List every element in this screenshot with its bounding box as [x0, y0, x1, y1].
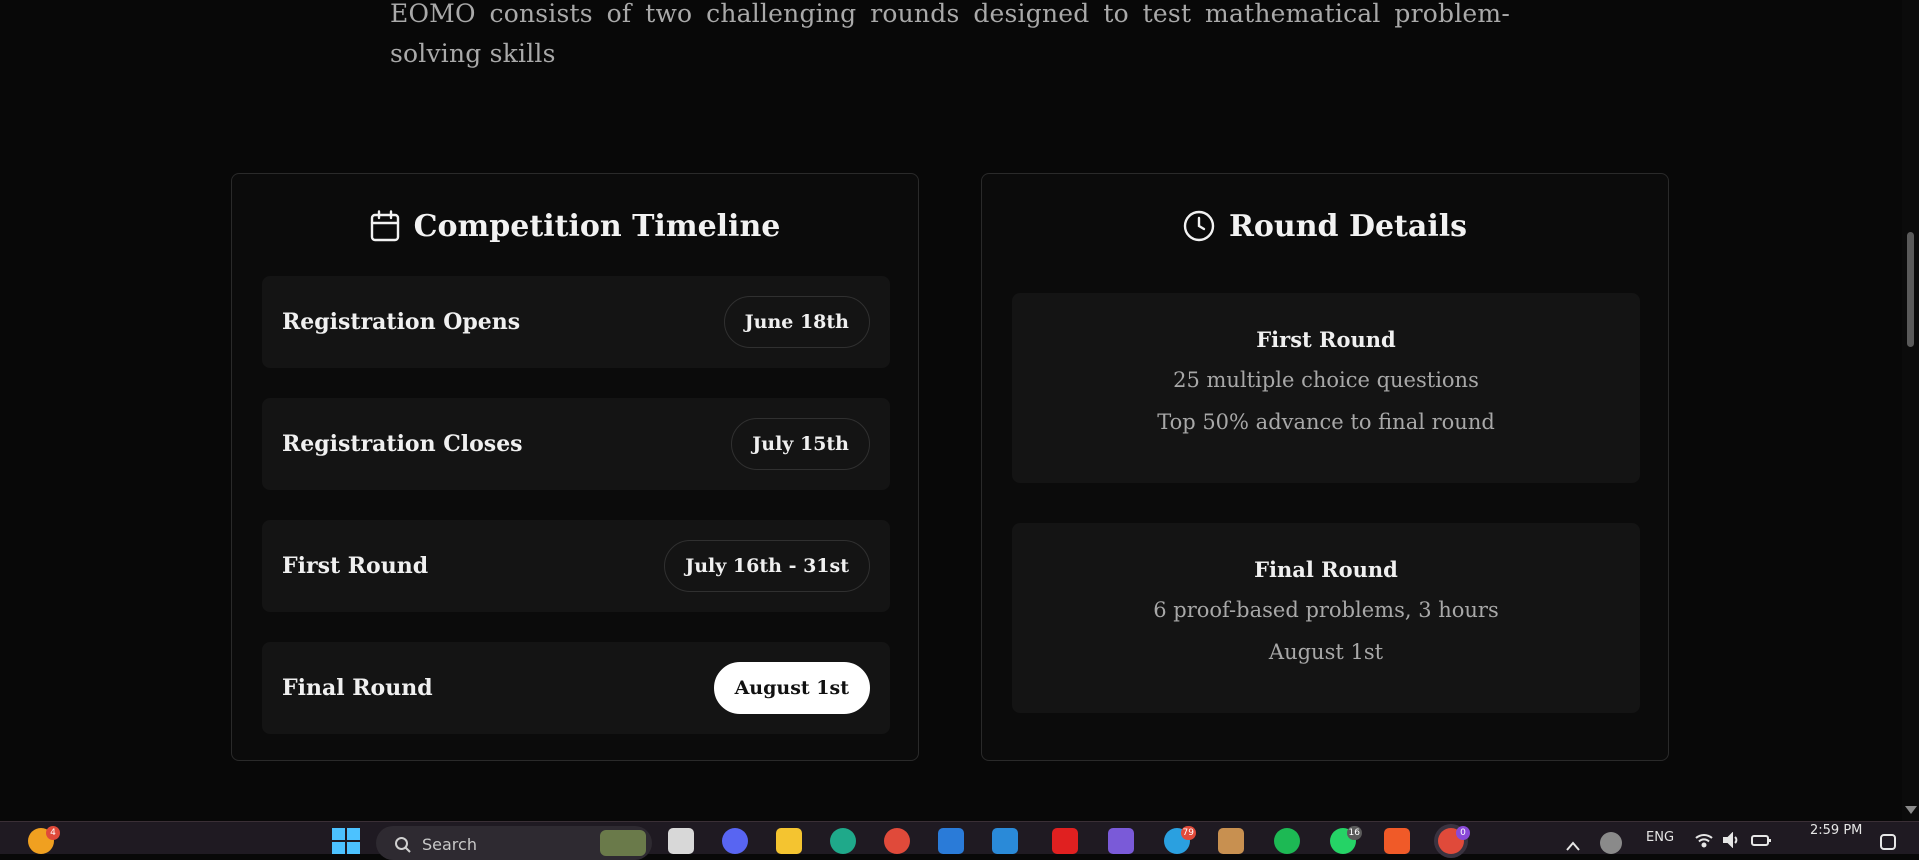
todo-icon[interactable]	[938, 828, 964, 854]
round-description: 6 proof-based problems, 3 hours	[1153, 598, 1499, 622]
widgets-badge: 4	[46, 826, 60, 840]
round-details-card: Round Details First Round 25 multiple ch…	[981, 173, 1669, 761]
timeline-date-badge: July 15th	[731, 418, 870, 470]
file-explorer-icon[interactable]	[776, 828, 802, 854]
spotify-icon[interactable]	[1274, 828, 1300, 854]
intro-paragraph: EOMO consists of two challenging rounds …	[390, 0, 1510, 68]
discord-icon[interactable]	[722, 828, 748, 854]
timeline-label: Registration Opens	[282, 309, 521, 335]
scroll-down-arrow-icon[interactable]	[1905, 806, 1917, 814]
windows-taskbar: 4 Search 79 16 0 ENG 2:59 PM	[0, 821, 1919, 860]
timeline-label: Final Round	[282, 675, 433, 701]
search-icon	[394, 836, 412, 858]
search-highlight-icon	[600, 830, 646, 856]
competition-timeline-card: Competition Timeline Registration Opens …	[231, 173, 919, 761]
whatsapp-badge: 16	[1346, 826, 1362, 840]
timeline-label: Registration Closes	[282, 431, 523, 457]
timeline-label: First Round	[282, 553, 429, 579]
clock-icon	[1183, 210, 1215, 242]
timeline-date-badge-active: August 1st	[713, 662, 870, 714]
timeline-date-badge: July 16th - 31st	[664, 540, 870, 592]
round-name: Final Round	[1254, 557, 1398, 582]
timeline-date-badge: June 18th	[723, 296, 870, 348]
edge-icon[interactable]	[830, 828, 856, 854]
clock-time[interactable]: 2:59 PM	[1810, 823, 1862, 838]
telegram-badge: 79	[1180, 826, 1196, 840]
chrome-active-icon[interactable]: 0	[1438, 826, 1470, 854]
task-view-icon[interactable]	[668, 828, 694, 854]
round-details-title: Round Details	[1228, 208, 1468, 244]
round-description: August 1st	[1268, 640, 1384, 664]
telegram-icon[interactable]: 79	[1164, 826, 1196, 854]
volume-icon[interactable]	[1722, 831, 1740, 852]
timeline-row: First Round July 16th - 31st	[262, 520, 890, 612]
timeline-row: Registration Opens June 18th	[262, 276, 890, 368]
widgets-icon[interactable]: 4	[28, 826, 60, 854]
round-detail-box: Final Round 6 proof-based problems, 3 ho…	[1012, 523, 1640, 713]
timeline-row: Final Round August 1st	[262, 642, 890, 734]
page-scrollbar[interactable]	[1902, 0, 1919, 822]
show-hidden-icons-chevron-icon[interactable]	[1566, 836, 1580, 855]
brave-icon[interactable]	[1384, 828, 1410, 854]
timeline-row: Registration Closes July 15th	[262, 398, 890, 490]
chrome-icon[interactable]	[884, 828, 910, 854]
round-description: 25 multiple choice questions	[1173, 368, 1479, 392]
timeline-title: Competition Timeline	[413, 208, 781, 244]
windows-start-icon[interactable]	[332, 828, 360, 854]
notification-icon[interactable]	[1880, 834, 1896, 850]
round-description: Top 50% advance to final round	[1157, 410, 1495, 434]
calendar-icon	[370, 210, 400, 242]
language-indicator[interactable]: ENG	[1646, 830, 1674, 845]
timeline-heading: Competition Timeline	[232, 206, 918, 246]
taskbar-search-box[interactable]: Search	[376, 826, 652, 860]
whatsapp-icon[interactable]: 16	[1330, 826, 1362, 854]
youtube-icon[interactable]	[1052, 828, 1078, 854]
battery-icon[interactable]	[1750, 832, 1772, 852]
scrollbar-thumb[interactable]	[1907, 232, 1914, 347]
round-name: First Round	[1256, 327, 1396, 352]
search-placeholder: Search	[422, 835, 477, 854]
app-icon[interactable]	[1218, 828, 1244, 854]
round-details-heading: Round Details	[982, 206, 1668, 246]
onedrive-icon[interactable]	[1600, 832, 1622, 854]
vscode-icon[interactable]	[992, 828, 1018, 854]
wifi-icon[interactable]	[1694, 832, 1714, 852]
obsidian-icon[interactable]	[1108, 828, 1134, 854]
chrome-badge: 0	[1456, 826, 1470, 840]
round-detail-box: First Round 25 multiple choice questions…	[1012, 293, 1640, 483]
